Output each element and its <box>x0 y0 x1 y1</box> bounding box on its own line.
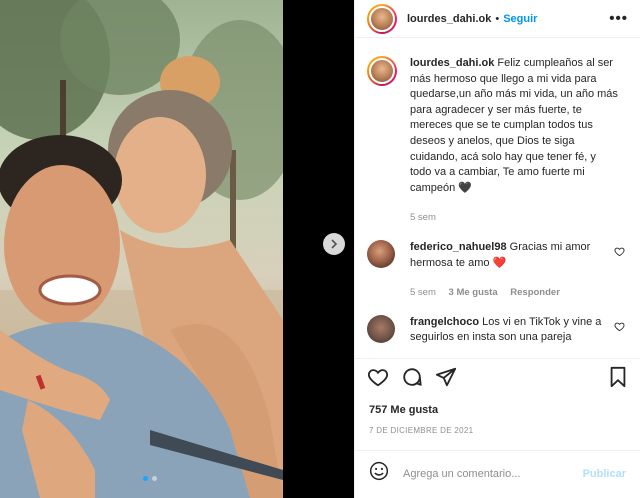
carousel-next-button[interactable] <box>323 233 345 255</box>
add-comment-bar: Publicar <box>355 450 640 496</box>
like-comment-heart-icon[interactable] <box>614 244 625 262</box>
header-separator: • <box>495 12 500 25</box>
comments-section[interactable]: lourdes_dahi.ok Feliz cumpleaños al ser … <box>355 56 640 358</box>
post-caption: lourdes_dahi.ok Feliz cumpleaños al ser … <box>355 56 640 226</box>
post-header: lourdes_dahi.ok • Seguir ••• <box>355 0 640 38</box>
comment-username[interactable]: frangelchoco <box>410 316 479 328</box>
reply-button[interactable]: Responder <box>510 287 560 298</box>
carousel-dot-active <box>143 476 148 481</box>
comment-input[interactable] <box>403 467 583 480</box>
comment-username[interactable]: federico_nahuel98 <box>410 241 507 253</box>
emoji-icon[interactable] <box>369 461 389 486</box>
post-date[interactable]: 7 DE DICIEMBRE DE 2021 <box>369 426 473 435</box>
divider <box>355 358 640 359</box>
comment-item: frangelchoco Los vi en TikTok y vine a s… <box>355 314 640 346</box>
couple-photo-illustration <box>0 0 283 498</box>
comment-likes[interactable]: 3 Me gusta <box>449 287 498 298</box>
caption-time[interactable]: 5 sem <box>410 212 436 223</box>
chevron-right-icon <box>331 239 338 249</box>
carousel-indicator <box>143 476 157 481</box>
carousel-dot <box>152 476 157 481</box>
comment-item: federico_nahuel98 Gracias mi amor hermos… <box>355 239 640 301</box>
like-comment-heart-icon[interactable] <box>614 319 625 337</box>
comment-bubble-icon[interactable] <box>401 366 423 393</box>
media-panel <box>0 0 354 498</box>
commenter-avatar[interactable] <box>367 314 395 343</box>
caption-text: Feliz cumpleaños al ser más hermoso que … <box>410 57 618 194</box>
post-photo[interactable] <box>0 0 283 498</box>
like-heart-icon[interactable] <box>367 366 389 393</box>
author-username[interactable]: lourdes_dahi.ok <box>407 13 491 25</box>
author-avatar[interactable] <box>367 3 397 34</box>
commenter-avatar[interactable] <box>367 239 395 268</box>
save-bookmark-icon[interactable] <box>608 366 628 393</box>
comment-time[interactable]: 5 sem <box>410 287 436 298</box>
publish-button[interactable]: Publicar <box>583 468 626 480</box>
post-likes-count[interactable]: 757 Me gusta <box>369 404 438 416</box>
share-send-icon[interactable] <box>435 366 457 393</box>
caption-username[interactable]: lourdes_dahi.ok <box>410 57 494 69</box>
caption-author-avatar[interactable] <box>367 56 397 86</box>
post-details-panel: lourdes_dahi.ok • Seguir ••• lourdes_dah… <box>354 0 640 498</box>
post-actions <box>367 366 628 393</box>
follow-button[interactable]: Seguir <box>503 13 537 25</box>
more-horizontal-icon[interactable]: ••• <box>609 10 628 27</box>
